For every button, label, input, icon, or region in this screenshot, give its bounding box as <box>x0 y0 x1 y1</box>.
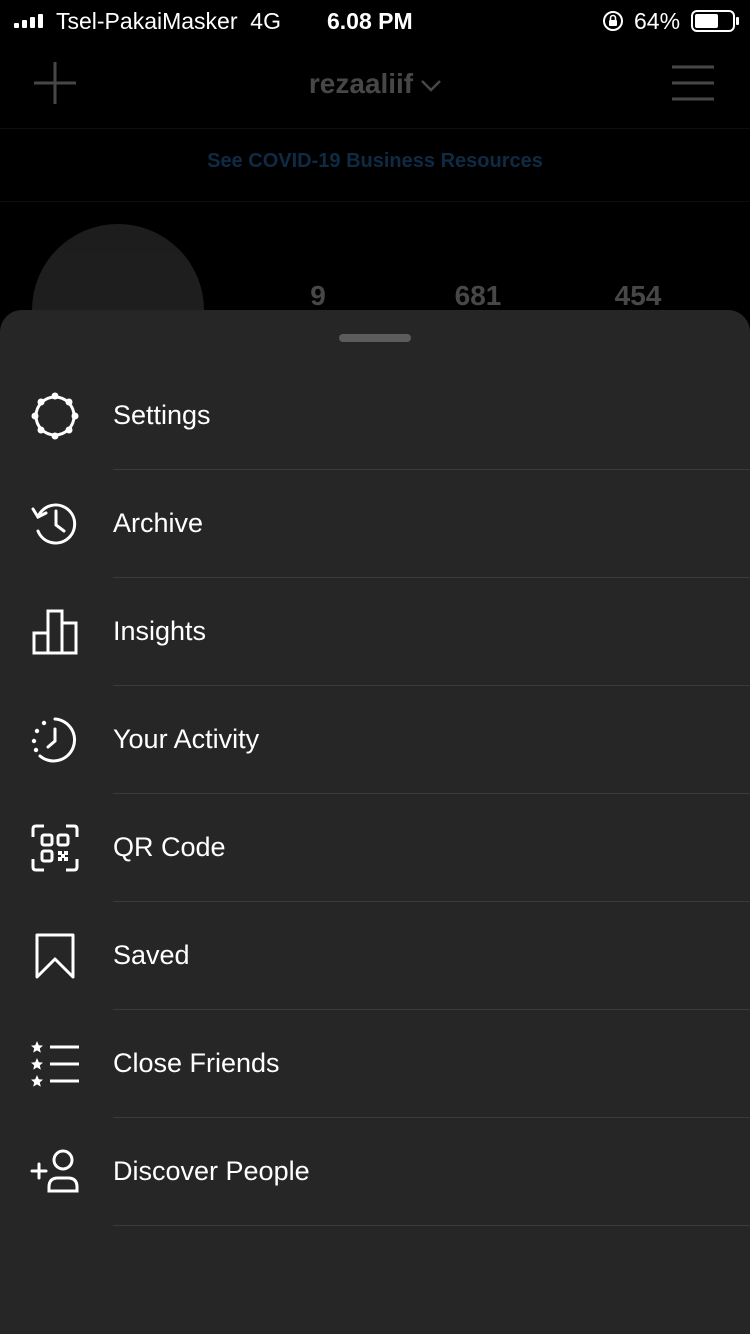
activity-icon <box>31 717 76 763</box>
menu-item-label: Saved <box>113 940 190 970</box>
menu-item-qr-code[interactable]: QR Code <box>0 794 750 902</box>
divider <box>113 1225 750 1226</box>
menu-item-label: Close Friends <box>113 1048 280 1078</box>
status-bar: Tsel-PakaiMasker 4G 6.08 PM 64% <box>0 0 750 44</box>
menu-item-settings[interactable]: Settings <box>0 362 750 470</box>
menu-item-label: Your Activity <box>113 724 260 754</box>
menu-item-label: Discover People <box>113 1156 310 1186</box>
settings-icon <box>31 392 79 440</box>
menu-item-label: QR Code <box>113 832 226 862</box>
menu-icon[interactable] <box>672 64 714 102</box>
insights-icon <box>32 609 78 655</box>
divider <box>0 201 750 202</box>
discover-people-icon <box>30 1149 79 1193</box>
menu-item-insights[interactable]: Insights <box>0 578 750 686</box>
profile-header: rezaaliif See COVID-19 Business Resource… <box>0 44 750 396</box>
menu-item-archive[interactable]: Archive <box>0 470 750 578</box>
saved-icon <box>35 933 75 979</box>
options-sheet: Settings Archive Insights Your Activity … <box>0 310 750 1334</box>
menu-item-discover-people[interactable]: Discover People <box>0 1118 750 1226</box>
network-label: 4G <box>250 8 281 34</box>
close-friends-icon <box>31 1041 79 1087</box>
covid-banner-link[interactable]: See COVID-19 Business Resources <box>0 150 750 173</box>
menu-item-saved[interactable]: Saved <box>0 902 750 1010</box>
clock: 6.08 PM <box>327 8 413 34</box>
following-count[interactable]: 454 <box>588 280 688 312</box>
menu-item-label: Insights <box>113 616 207 646</box>
account-switcher[interactable]: rezaaliif <box>0 68 750 100</box>
menu-item-label: Archive <box>113 508 204 538</box>
menu-list: Settings Archive Insights Your Activity … <box>0 362 750 1226</box>
menu-item-label: Settings <box>113 400 211 430</box>
username: rezaaliif <box>308 68 414 99</box>
posts-count[interactable]: 9 <box>268 280 368 312</box>
menu-item-close-friends[interactable]: Close Friends <box>0 1010 750 1118</box>
divider <box>0 128 750 129</box>
sheet-grab-handle[interactable] <box>339 334 411 342</box>
signal-icon <box>14 14 43 28</box>
archive-icon <box>31 503 77 545</box>
menu-item-your-activity[interactable]: Your Activity <box>0 686 750 794</box>
followers-count[interactable]: 681 <box>428 280 528 312</box>
battery-icon <box>691 10 739 32</box>
chevron-down-icon <box>421 79 442 92</box>
carrier-label: Tsel-PakaiMasker 4G <box>56 8 281 34</box>
battery-percent: 64% <box>634 8 681 34</box>
rotation-lock-icon <box>603 11 623 31</box>
qr-code-icon <box>31 824 79 872</box>
